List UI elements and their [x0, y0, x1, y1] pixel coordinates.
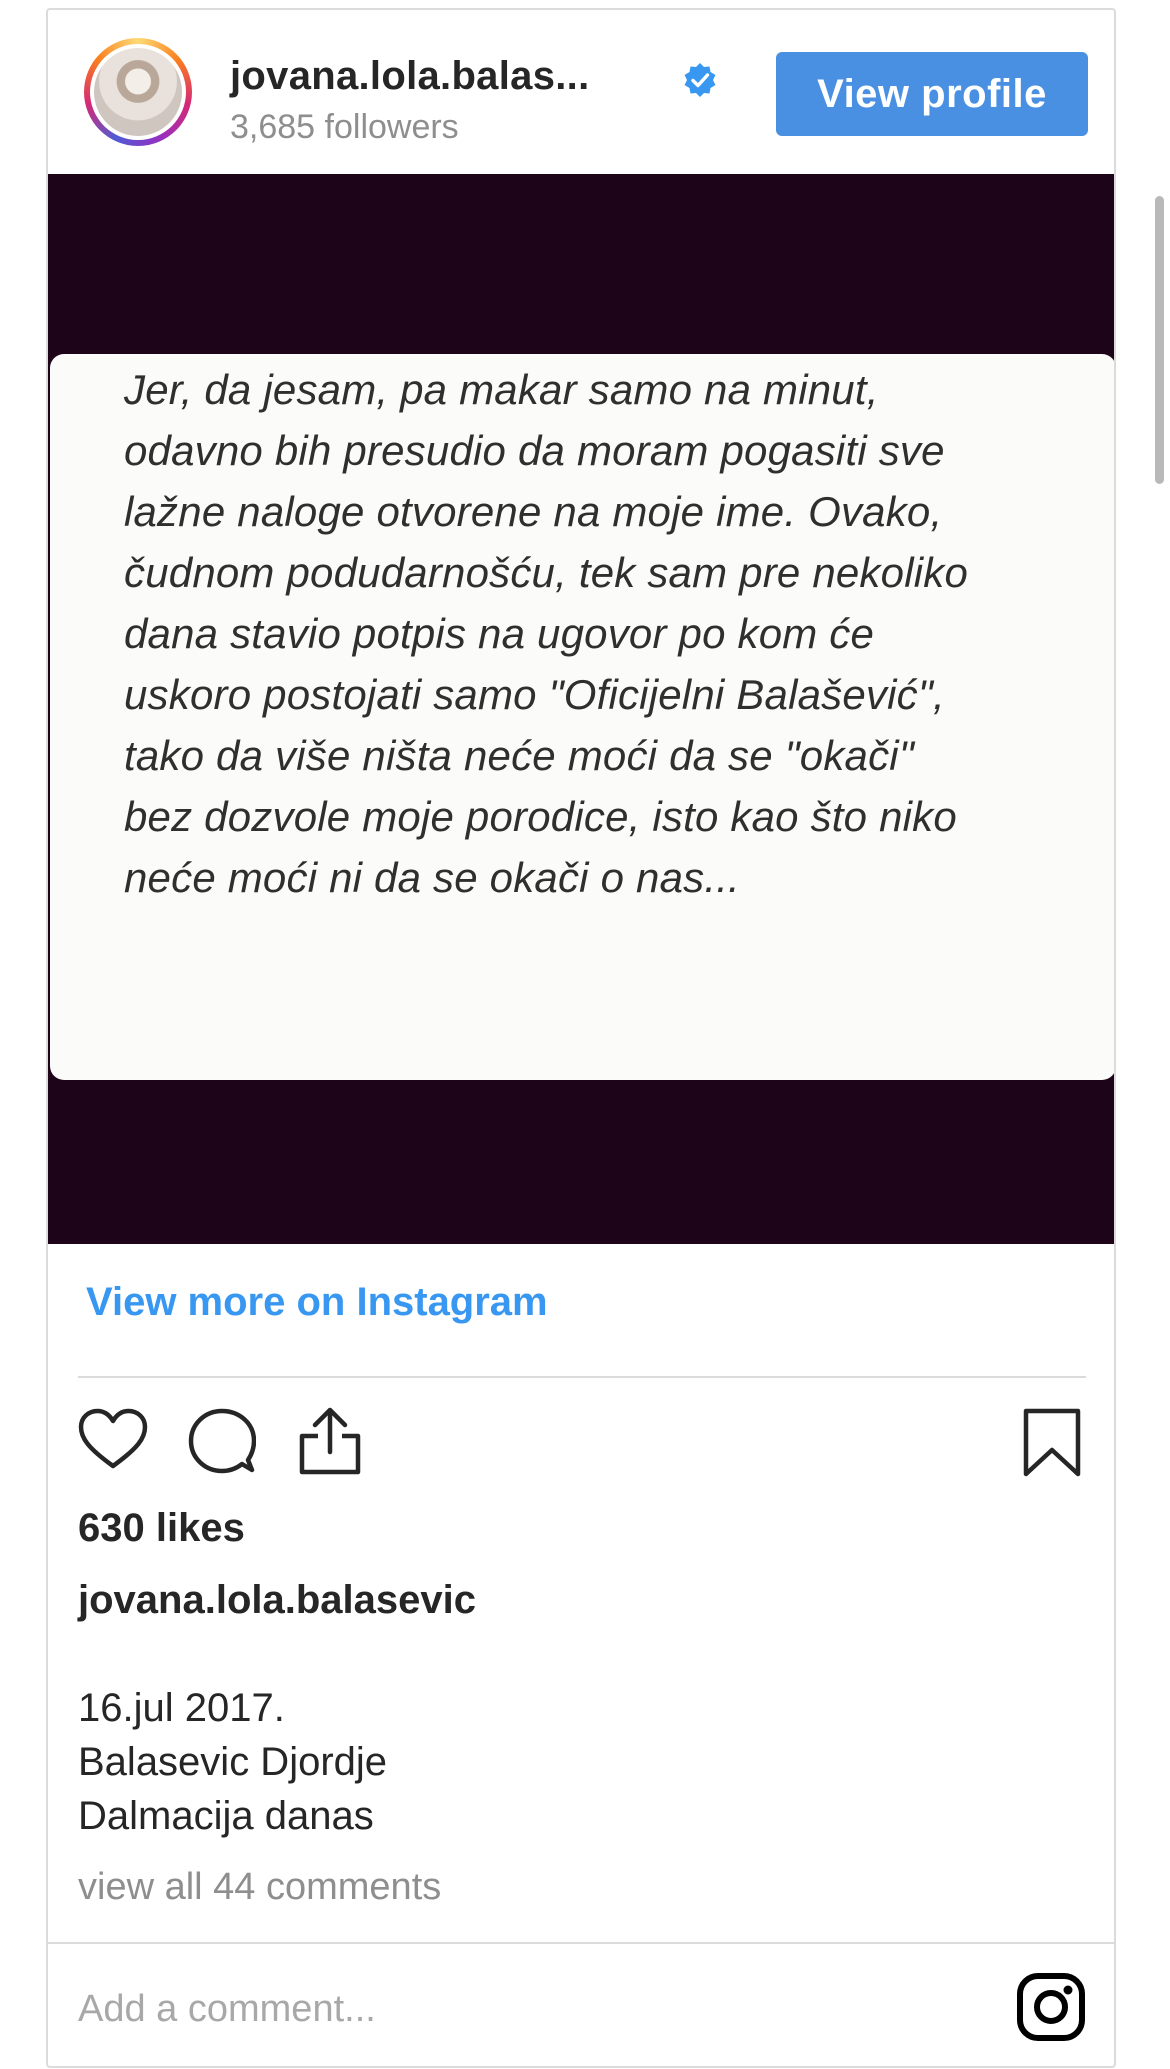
- quote-line: lažne naloge otvorene na moje ime. Ovako…: [124, 488, 943, 535]
- quote-line: bez dozvole moje porodice, isto kao što …: [124, 793, 957, 840]
- instagram-embed-card: jovana.lola.balas... 3,685 followers Vie…: [46, 8, 1116, 2068]
- quote-text-card: Jer, da jesam, pa makar samo na minut, o…: [50, 354, 1114, 1080]
- quote-line: uskoro postojati samo "Oficijelni Balaše…: [124, 671, 945, 718]
- heart-icon[interactable]: [78, 1408, 148, 1472]
- comment-icon[interactable]: [188, 1408, 256, 1474]
- quote-line: tako da više ništa neće moći da se "okač…: [124, 732, 914, 779]
- verified-badge-icon: [684, 63, 716, 97]
- view-all-comments-link[interactable]: view all 44 comments: [78, 1866, 441, 1909]
- divider: [78, 1376, 1086, 1378]
- instagram-logo-icon[interactable]: [1016, 1972, 1086, 2042]
- add-comment-input[interactable]: Add a comment...: [78, 1988, 376, 2031]
- quote-line: dana stavio potpis na ugovor po kom će: [124, 610, 875, 657]
- post-media[interactable]: Jer, da jesam, pa makar samo na minut, o…: [48, 174, 1114, 1244]
- post-header: jovana.lola.balas... 3,685 followers Vie…: [48, 10, 1114, 174]
- caption-line: Balasevic Djordje: [78, 1740, 388, 1784]
- share-icon[interactable]: [298, 1406, 362, 1476]
- quote-line: odavno bih presudio da moram pogasiti sv…: [124, 427, 945, 474]
- quote-line: čudnom podudarnošću, tek sam pre nekolik…: [124, 549, 969, 596]
- avatar-photo: [94, 48, 182, 136]
- divider: [48, 1942, 1114, 1944]
- caption-username[interactable]: jovana.lola.balasevic: [78, 1578, 476, 1623]
- quote-line: neće moći ni da se okači o nas...: [124, 854, 740, 901]
- like-count[interactable]: 630 likes: [78, 1506, 245, 1551]
- quote-line: Jer, da jesam, pa makar samo na minut,: [124, 366, 879, 413]
- follower-count: 3,685 followers: [230, 108, 459, 146]
- caption-line: Dalmacija danas: [78, 1794, 374, 1838]
- avatar[interactable]: [84, 38, 192, 146]
- scrollbar[interactable]: [1155, 196, 1164, 484]
- view-profile-button[interactable]: View profile: [776, 52, 1088, 136]
- caption-line: 16.jul 2017.: [78, 1686, 285, 1730]
- view-more-on-instagram-link[interactable]: View more on Instagram: [86, 1280, 548, 1325]
- username[interactable]: jovana.lola.balas...: [230, 54, 589, 99]
- bookmark-icon[interactable]: [1022, 1408, 1082, 1478]
